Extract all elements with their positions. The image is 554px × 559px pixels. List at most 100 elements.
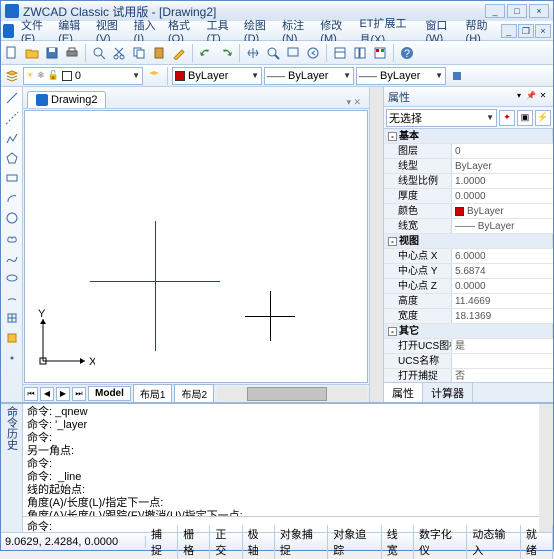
property-row[interactable]: 颜色ByLayer: [384, 204, 553, 219]
property-row[interactable]: 宽度18.1369: [384, 309, 553, 324]
property-row[interactable]: 高度11.4669: [384, 294, 553, 309]
property-row[interactable]: 打开UCS图标是: [384, 339, 553, 354]
selection-combo[interactable]: 无选择 ▼: [386, 109, 497, 127]
tab-overflow-icon[interactable]: ▾ ✕: [346, 97, 361, 108]
horizontal-scrollbar[interactable]: [217, 387, 367, 401]
tab-calculator[interactable]: 计算器: [423, 383, 473, 402]
paste-icon[interactable]: [150, 44, 168, 62]
insert-block-icon[interactable]: [3, 309, 21, 327]
property-row[interactable]: 打开捕捉否: [384, 369, 553, 382]
print-icon[interactable]: [63, 44, 81, 62]
doc-minimize-button[interactable]: _: [501, 24, 517, 38]
status-toggle[interactable]: 就绪: [521, 525, 553, 559]
preview-icon[interactable]: [90, 44, 108, 62]
property-row[interactable]: 中心点 Y5.6874: [384, 264, 553, 279]
status-toggle[interactable]: 捕捉: [146, 525, 178, 559]
copy-icon[interactable]: [130, 44, 148, 62]
zoom-realtime-icon[interactable]: [264, 44, 282, 62]
layer-combo[interactable]: ☀❄🔓 0 ▼: [23, 67, 143, 85]
last-tab-icon[interactable]: ⏭: [72, 387, 86, 401]
polygon-icon[interactable]: [3, 149, 21, 167]
point-icon[interactable]: [3, 349, 21, 367]
cut-icon[interactable]: [110, 44, 128, 62]
layout-tab[interactable]: Model: [88, 386, 131, 401]
polyline-icon[interactable]: [3, 129, 21, 147]
property-category[interactable]: -其它: [384, 324, 553, 339]
color-combo[interactable]: ByLayer ▼: [172, 67, 262, 85]
redo-icon[interactable]: [217, 44, 235, 62]
layer-prev-icon[interactable]: [145, 67, 163, 85]
property-category[interactable]: -基本: [384, 129, 553, 144]
zoom-window-icon[interactable]: [284, 44, 302, 62]
pan-icon[interactable]: [244, 44, 262, 62]
quick-select-icon[interactable]: ⚡: [535, 110, 551, 126]
ellipse-icon[interactable]: [3, 269, 21, 287]
ellipse-arc-icon[interactable]: [3, 289, 21, 307]
help-icon[interactable]: ?: [398, 44, 416, 62]
open-icon[interactable]: [23, 44, 41, 62]
drawing-canvas[interactable]: X Y: [24, 110, 368, 383]
arc-icon[interactable]: [3, 189, 21, 207]
plot-style-icon[interactable]: [448, 67, 466, 85]
property-row[interactable]: UCS名称: [384, 354, 553, 369]
status-toggle[interactable]: 对象捕捉: [275, 525, 328, 559]
status-toggle[interactable]: 栅格: [178, 525, 210, 559]
properties-icon[interactable]: [331, 44, 349, 62]
spline-icon[interactable]: [3, 249, 21, 267]
toggle-pickadd-icon[interactable]: ✦: [499, 110, 515, 126]
panel-menu-icon[interactable]: ▾: [513, 91, 525, 103]
revcloud-icon[interactable]: [3, 229, 21, 247]
property-row[interactable]: 线型比例1.0000: [384, 174, 553, 189]
doc-restore-button[interactable]: ❐: [518, 24, 534, 38]
new-icon[interactable]: [3, 44, 21, 62]
maximize-button[interactable]: □: [507, 4, 527, 18]
save-icon[interactable]: [43, 44, 61, 62]
coords-display[interactable]: 9.0629, 2.4284, 0.0000: [1, 536, 146, 548]
panel-close-icon[interactable]: ✕: [537, 91, 549, 103]
command-scrollbar[interactable]: [539, 404, 553, 532]
select-objects-icon[interactable]: ▣: [517, 110, 533, 126]
prev-tab-icon[interactable]: ◀: [40, 387, 54, 401]
status-toggle[interactable]: 对象追踪: [328, 525, 381, 559]
status-toggle[interactable]: 极轴: [243, 525, 275, 559]
document-tab[interactable]: Drawing2: [27, 91, 106, 108]
property-row[interactable]: 图层0: [384, 144, 553, 159]
svg-text:Y: Y: [38, 309, 46, 320]
tab-label: Drawing2: [51, 94, 97, 106]
property-row[interactable]: 线宽—— ByLayer: [384, 219, 553, 234]
next-tab-icon[interactable]: ▶: [56, 387, 70, 401]
status-toggle[interactable]: 数字化仪: [414, 525, 467, 559]
construction-line-icon[interactable]: [3, 109, 21, 127]
make-block-icon[interactable]: [3, 329, 21, 347]
close-button[interactable]: ×: [529, 4, 549, 18]
layout-tab[interactable]: 布局1: [133, 384, 173, 403]
color-value: ByLayer: [188, 70, 248, 82]
zoom-prev-icon[interactable]: [304, 44, 322, 62]
circle-icon[interactable]: [3, 209, 21, 227]
tool-palette-icon[interactable]: [371, 44, 389, 62]
layer-manager-icon[interactable]: [3, 67, 21, 85]
property-row[interactable]: 中心点 Z0.0000: [384, 279, 553, 294]
undo-icon[interactable]: [197, 44, 215, 62]
vertical-scrollbar[interactable]: [369, 87, 383, 402]
status-toggle[interactable]: 正交: [210, 525, 242, 559]
tab-properties[interactable]: 属性: [384, 383, 423, 402]
line-icon[interactable]: [3, 89, 21, 107]
rectangle-icon[interactable]: [3, 169, 21, 187]
property-row[interactable]: 线型ByLayer: [384, 159, 553, 174]
design-center-icon[interactable]: [351, 44, 369, 62]
command-panel-grip[interactable]: 命令历史: [1, 404, 23, 532]
linetype-combo[interactable]: —— ByLayer ▼: [264, 67, 354, 85]
status-toggle[interactable]: 动态输入: [467, 525, 520, 559]
lineweight-combo[interactable]: —— ByLayer ▼: [356, 67, 446, 85]
status-toggle[interactable]: 线宽: [382, 525, 414, 559]
command-log[interactable]: 命令: _qnew命令: '_layer命令:另一角点:命令:命令: _line…: [23, 404, 539, 516]
match-icon[interactable]: [170, 44, 188, 62]
layout-tab[interactable]: 布局2: [174, 384, 214, 403]
property-row[interactable]: 厚度0.0000: [384, 189, 553, 204]
property-row[interactable]: 中心点 X6.0000: [384, 249, 553, 264]
property-category[interactable]: -视图: [384, 234, 553, 249]
doc-close-button[interactable]: ×: [535, 24, 551, 38]
first-tab-icon[interactable]: ⏮: [24, 387, 38, 401]
panel-pin-icon[interactable]: 📌: [525, 91, 537, 103]
